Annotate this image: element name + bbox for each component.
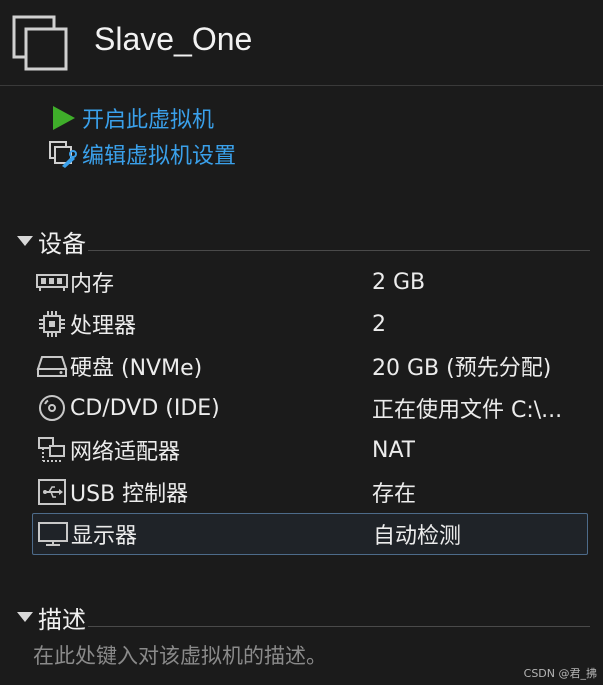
- cd-dvd-icon: [34, 393, 70, 423]
- device-name: 显示器: [71, 524, 138, 549]
- device-name: 网络适配器: [70, 440, 181, 465]
- device-name: 处理器: [70, 314, 137, 339]
- section-divider: [88, 625, 590, 627]
- device-row-hard-disk[interactable]: 硬盘 (NVMe) 20 GB (预先分配): [32, 345, 588, 387]
- vm-actions: 开启此虚拟机 编辑虚拟机设置: [48, 100, 236, 172]
- device-name: CD/DVD (IDE): [70, 395, 220, 421]
- device-value: 正在使用文件 C:\...: [372, 398, 563, 423]
- devices-section-title: 设备: [38, 229, 86, 258]
- memory-icon: [34, 267, 70, 297]
- vm-summary-page: Slave_One 开启此虚拟机 编辑虚拟机设置 设备 内存 2 GB 处理器 …: [0, 0, 603, 685]
- device-list: 内存 2 GB 处理器 2 硬盘 (NVMe) 20 GB (预先分配) CD/…: [32, 261, 588, 555]
- device-name: USB 控制器: [70, 482, 189, 507]
- vm-header: Slave_One: [0, 0, 603, 86]
- device-row-usb[interactable]: USB 控制器 存在: [32, 471, 588, 513]
- processor-icon: [34, 309, 70, 339]
- device-row-processor[interactable]: 处理器 2: [32, 303, 588, 345]
- device-name: 内存: [70, 272, 115, 297]
- power-on-label: 开启此虚拟机: [82, 108, 215, 133]
- virtual-machine-icon: [12, 15, 68, 71]
- watermark: CSDN @君_拂: [523, 667, 597, 680]
- description-input[interactable]: 在此处键入对该虚拟机的描述。: [33, 640, 327, 670]
- collapse-triangle-icon: [12, 607, 38, 627]
- device-value: 20 GB (预先分配): [372, 356, 552, 381]
- collapse-triangle-icon: [12, 231, 38, 251]
- edit-settings-label: 编辑虚拟机设置: [82, 144, 237, 169]
- hard-disk-icon: [34, 351, 70, 381]
- play-icon: [48, 103, 78, 133]
- device-row-cd-dvd[interactable]: CD/DVD (IDE) 正在使用文件 C:\...: [32, 387, 588, 429]
- device-row-network-adapter[interactable]: 网络适配器 NAT: [32, 429, 588, 471]
- section-divider: [88, 249, 590, 251]
- network-adapter-icon: [34, 435, 70, 465]
- description-section-header[interactable]: 描述: [12, 601, 590, 634]
- usb-icon: [34, 477, 70, 507]
- device-value: 2 GB: [372, 269, 426, 295]
- device-row-display[interactable]: 显示器 自动检测: [32, 513, 588, 555]
- edit-settings-action[interactable]: 编辑虚拟机设置: [48, 136, 236, 172]
- device-value: 2: [372, 311, 386, 337]
- device-row-memory[interactable]: 内存 2 GB: [32, 261, 588, 303]
- edit-settings-icon: [48, 139, 78, 169]
- display-icon: [35, 519, 71, 549]
- power-on-action[interactable]: 开启此虚拟机: [48, 100, 236, 136]
- device-value: 自动检测: [373, 524, 462, 549]
- device-name: 硬盘 (NVMe): [70, 356, 203, 381]
- description-section-title: 描述: [38, 605, 86, 634]
- device-value: NAT: [372, 437, 416, 463]
- devices-section-header[interactable]: 设备: [12, 225, 590, 258]
- vm-title: Slave_One: [94, 21, 253, 57]
- device-value: 存在: [372, 482, 417, 507]
